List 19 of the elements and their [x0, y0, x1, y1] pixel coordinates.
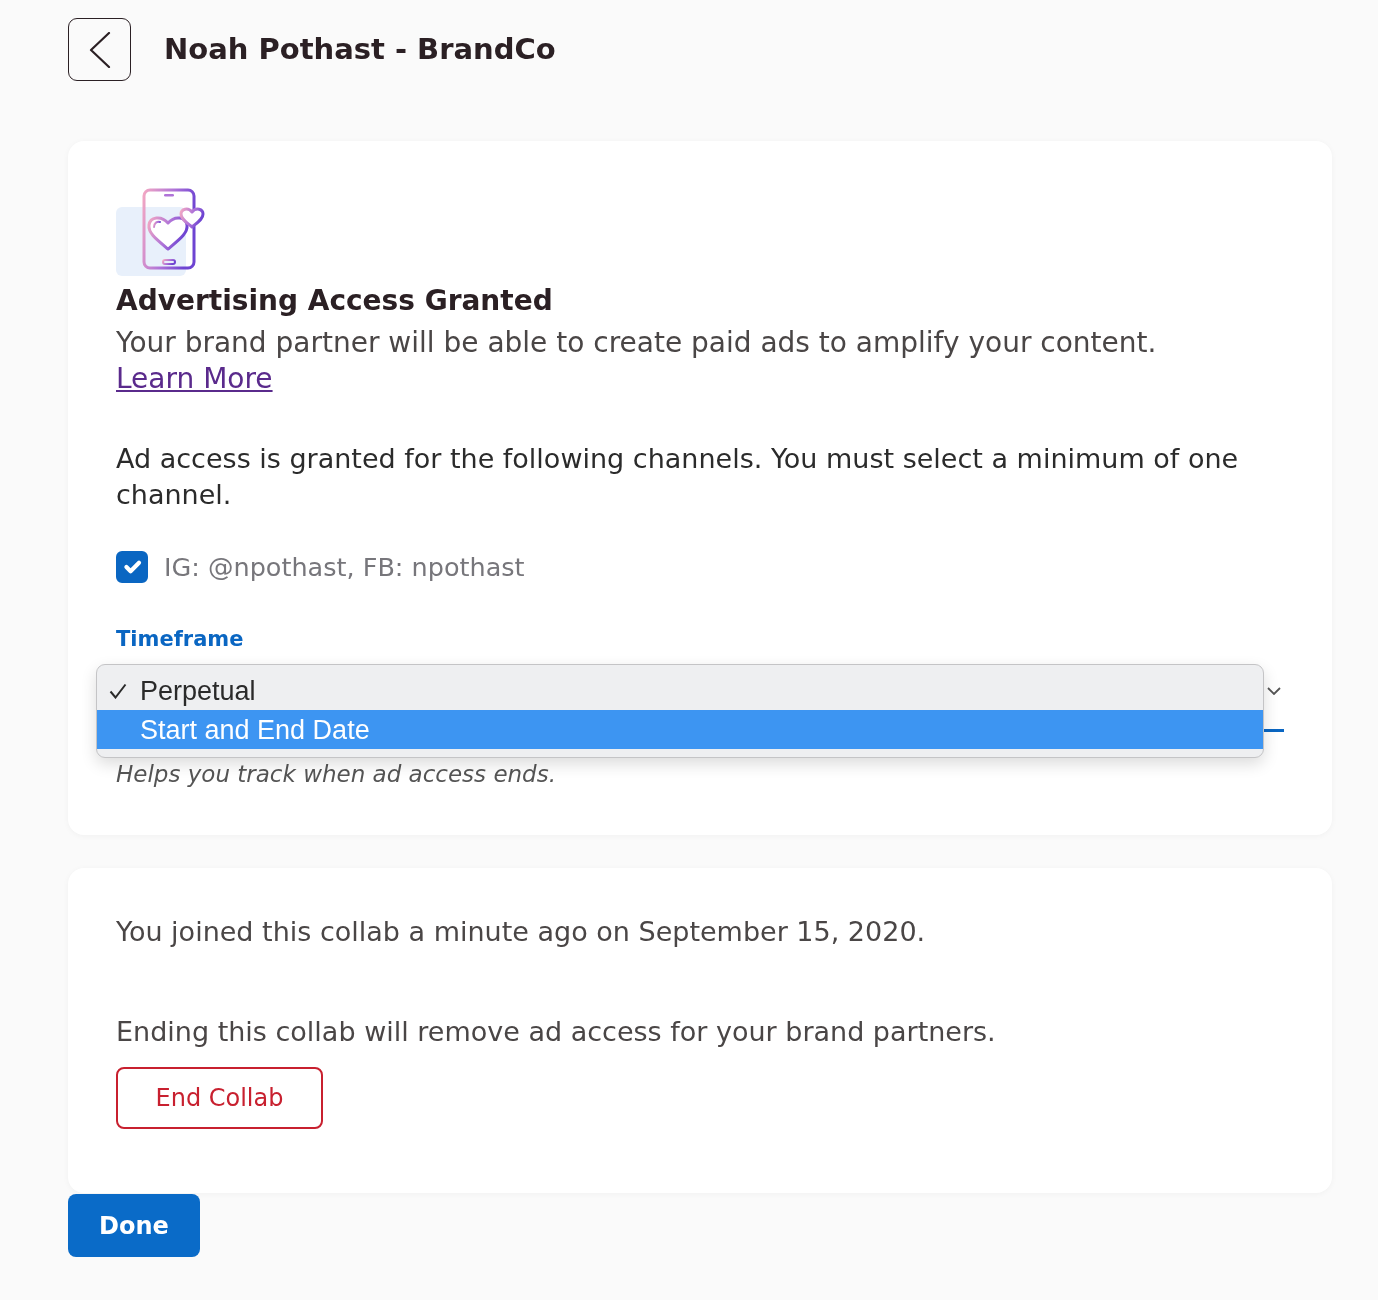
- done-button[interactable]: Done: [68, 1194, 200, 1258]
- chevron-left-icon: [88, 31, 111, 68]
- ending-text: Ending this collab will remove ad access for your brand partners.: [116, 1015, 997, 1050]
- joined-text: You joined this collab a minute ago on September 15, 2020.: [116, 915, 927, 950]
- hint-text: Helps you track when ad access ends.: [116, 760, 557, 790]
- chevron-down-icon: [1267, 687, 1281, 696]
- menu-option[interactable]: Perpetual: [97, 671, 1263, 711]
- menu-option[interactable]: Start and End Date: [97, 710, 1263, 750]
- channels-note: Ad access is granted for the following channels. You must select a minimum of one channel.: [116, 442, 1240, 512]
- card-heading: Advertising Access Granted: [116, 283, 554, 319]
- description-text: Your brand partner will be able to create paid ads to amplify your content. Learn More: [116, 325, 1158, 397]
- channel-checkbox[interactable]: [116, 551, 148, 584]
- back-button[interactable]: [68, 18, 131, 81]
- end-collab-button[interactable]: End Collab: [116, 1067, 323, 1130]
- phone-hearts-icon: [116, 187, 206, 277]
- field-label: Timeframe: [116, 626, 245, 654]
- page-title: Noah Pothast - BrandCo: [164, 32, 556, 67]
- channel-label: IG: @npothast, FB: npothast: [164, 551, 525, 584]
- learn-more-link[interactable]: Learn More: [116, 362, 273, 395]
